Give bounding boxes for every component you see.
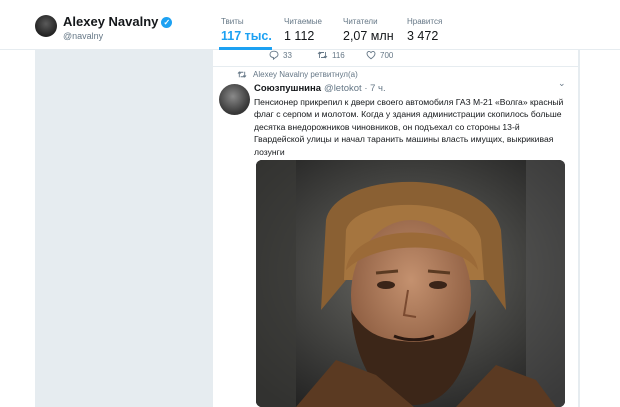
timeline-card: 33 116 700 Alexey Navalny ретвитнул(а) ⌄… — [212, 50, 579, 407]
stat-likes[interactable]: Нравится 3 472 — [407, 17, 442, 43]
stat-label: Нравится — [407, 17, 443, 26]
tweet-author-name[interactable]: Союзпушнина — [254, 83, 321, 94]
stat-value: 3 472 — [407, 29, 439, 43]
profile-name[interactable]: Alexey Navalny ✓ — [63, 14, 173, 29]
profile-name-text: Alexey Navalny — [63, 14, 159, 29]
retweet-icon — [237, 71, 247, 78]
stat-label: Читаемые — [284, 17, 322, 26]
retweet-notice: Alexey Navalny ретвитнул(а) — [237, 70, 358, 79]
verified-badge-icon: ✓ — [161, 17, 173, 28]
heart-icon — [366, 50, 376, 60]
tweet-header: Союзпушнина @letokot · 7 ч. — [254, 83, 386, 94]
reply-icon — [269, 50, 279, 61]
stat-label: Твиты — [221, 17, 244, 26]
stat-tweets[interactable]: Твиты 117 тыс. — [221, 17, 272, 43]
tweet-author-meta[interactable]: @letokot · 7 ч. — [324, 83, 386, 94]
chevron-down-icon[interactable]: ⌄ — [558, 78, 566, 89]
stat-followers[interactable]: Читатели 2,07 млн — [343, 17, 394, 43]
tweet-media-gif[interactable] — [256, 160, 565, 407]
stat-value: 2,07 млн — [343, 29, 394, 43]
like-count: 700 — [380, 51, 394, 60]
stat-value: 117 тыс. — [221, 29, 272, 43]
bearded-man-image — [256, 160, 565, 407]
reply-button[interactable]: 33 — [269, 50, 292, 61]
retweet-notice-text[interactable]: Alexey Navalny ретвитнул(а) — [253, 70, 358, 79]
stat-following[interactable]: Читаемые 1 112 — [284, 17, 322, 43]
profile-handle: @navalny — [63, 31, 104, 41]
stat-label: Читатели — [343, 17, 378, 26]
stat-value: 1 112 — [284, 29, 315, 43]
retweet-icon — [317, 51, 328, 59]
profile-avatar[interactable] — [35, 15, 57, 37]
tweet-divider — [213, 66, 578, 67]
left-sidebar — [35, 50, 205, 407]
reply-count: 33 — [283, 51, 292, 60]
tweet-text: Пенсионер прикрепил к двери своего автом… — [254, 97, 564, 157]
retweet-button[interactable]: 116 — [317, 50, 345, 60]
retweet-count: 116 — [332, 51, 345, 60]
like-button[interactable]: 700 — [366, 50, 393, 60]
profile-header: Alexey Navalny ✓ @navalny Твиты 117 тыс. … — [0, 0, 620, 50]
tweet-author-avatar[interactable] — [219, 84, 250, 115]
